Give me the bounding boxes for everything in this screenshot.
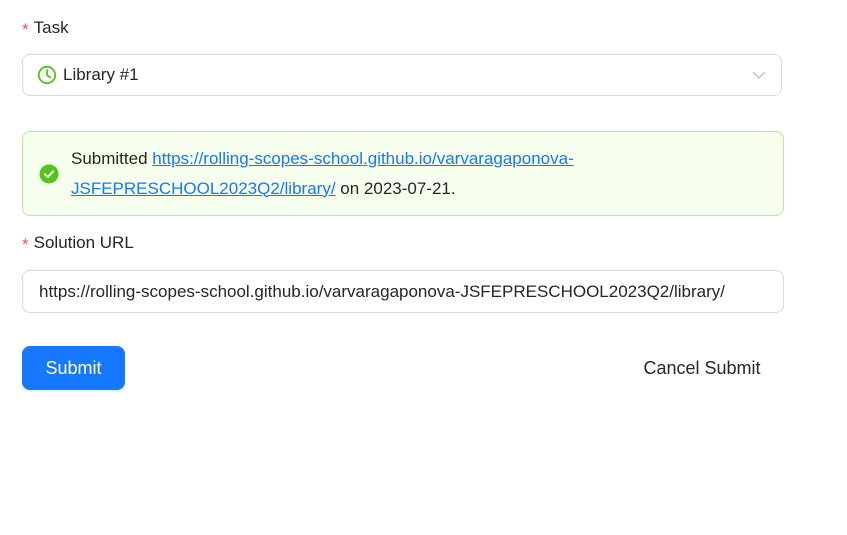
- submission-success-alert: Submitted https://rolling-scopes-school.…: [22, 131, 784, 216]
- submit-solution-form: * Task Library #1 Submitted https://roll…: [0, 0, 847, 535]
- alert-message: Submitted https://rolling-scopes-school.…: [71, 144, 767, 204]
- clock-icon: [37, 65, 57, 85]
- solution-url-input[interactable]: [22, 270, 784, 313]
- chevron-down-icon[interactable]: [751, 67, 767, 83]
- required-mark: *: [22, 19, 29, 39]
- task-label: * Task: [22, 18, 69, 38]
- check-circle-icon: [39, 164, 59, 184]
- solution-url-label-text: Solution URL: [33, 233, 134, 252]
- required-mark: *: [22, 234, 29, 254]
- submit-button[interactable]: Submit: [22, 346, 125, 390]
- task-label-text: Task: [33, 18, 69, 37]
- cancel-submit-button[interactable]: Cancel Submit: [624, 346, 780, 390]
- alert-suffix: on 2023-07-21.: [340, 178, 456, 198]
- solution-url-label: * Solution URL: [22, 233, 134, 253]
- task-select[interactable]: Library #1: [22, 54, 782, 96]
- task-select-value: Library #1: [63, 65, 139, 84]
- alert-prefix: Submitted: [71, 148, 148, 168]
